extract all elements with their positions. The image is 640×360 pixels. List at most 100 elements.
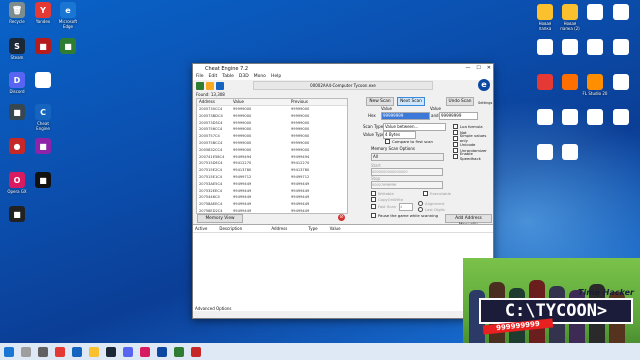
- desktop-icon[interactable]: ■: [4, 104, 30, 131]
- desktop-icon[interactable]: ■: [30, 138, 56, 165]
- table-row[interactable]: 2075446C4 99499449 99499449: [197, 194, 347, 201]
- table-row[interactable]: 20758AEEC4 99499449 99499449: [197, 201, 347, 208]
- desktop-icon[interactable]: [557, 74, 583, 101]
- recorder-taskbar-icon[interactable]: [191, 346, 201, 357]
- table-row[interactable]: 2005757C4 99999000 99999000: [197, 133, 347, 140]
- undo-scan-button[interactable]: Undo Scan: [446, 97, 474, 106]
- desktop-icon[interactable]: [608, 74, 634, 101]
- address-list[interactable]: Active Description Address Type Value Ad…: [193, 224, 493, 311]
- open-process-icon[interactable]: [196, 82, 204, 90]
- discord-taskbar-icon[interactable]: [123, 346, 133, 357]
- desktop-icon[interactable]: ■: [30, 72, 56, 99]
- menu-d3d[interactable]: D3D: [239, 74, 249, 79]
- desktop-icon[interactable]: Y Yandex: [30, 2, 56, 29]
- table-row[interactable]: 207515E1C4 99499712 99499712: [197, 174, 347, 181]
- cheat-engine-logo-icon[interactable]: e: [478, 79, 490, 91]
- cheat-engine-window[interactable]: Cheat Engine 7.2 — ☐ ✕ File Edit Table D…: [192, 63, 494, 319]
- desktop-icon[interactable]: [532, 144, 558, 171]
- stop-sign-icon[interactable]: ⊘: [338, 214, 345, 221]
- desktop-icon[interactable]: ■: [4, 206, 30, 233]
- table-row[interactable]: 2005756CC4 99999000 99999000: [197, 126, 347, 133]
- desktop-icon[interactable]: C Cheat Engine: [30, 104, 56, 131]
- desktop-icon[interactable]: FL Studio 20: [582, 74, 608, 101]
- add-address-button[interactable]: Add Address Manually: [445, 214, 492, 228]
- steam-taskbar-icon[interactable]: [106, 346, 116, 357]
- menu-help[interactable]: Help: [271, 74, 281, 79]
- desktop-icon[interactable]: 🗑 Recycle: [4, 2, 30, 29]
- col-value[interactable]: Value: [233, 99, 291, 105]
- memory-region-select[interactable]: All: [371, 153, 444, 161]
- addr-col-address[interactable]: Address: [271, 226, 296, 231]
- scan-type-select[interactable]: Value between...: [383, 123, 446, 131]
- col-address[interactable]: Address: [197, 99, 233, 105]
- desktop-icon[interactable]: [532, 39, 558, 66]
- desktop-icon[interactable]: [557, 144, 583, 171]
- start-icon[interactable]: [4, 346, 14, 357]
- new-scan-button[interactable]: New Scan: [366, 97, 394, 106]
- col-previous[interactable]: Previous: [291, 99, 341, 105]
- desktop-icon[interactable]: [532, 109, 558, 136]
- speedhack-checkbox[interactable]: Enable Speedhack: [453, 151, 493, 161]
- desktop-icon[interactable]: [532, 74, 558, 101]
- desktop-icon[interactable]: ●: [4, 138, 30, 165]
- minimize-icon[interactable]: —: [465, 65, 470, 71]
- task-view-icon[interactable]: [38, 346, 48, 357]
- menu-file[interactable]: File: [196, 74, 204, 79]
- addr-col-description[interactable]: Description: [219, 226, 259, 231]
- next-scan-button[interactable]: Next Scan: [397, 97, 425, 106]
- desktop-icon[interactable]: e Microsoft Edge: [55, 2, 81, 29]
- table-row[interactable]: 207515E2C4 99413780 99413780: [197, 167, 347, 174]
- game-taskbar-icon[interactable]: [174, 346, 184, 357]
- desktop-icon[interactable]: D Discord: [4, 72, 30, 99]
- cheat-engine-taskbar-icon[interactable]: [157, 346, 167, 357]
- settings-link[interactable]: Settings: [478, 101, 492, 105]
- desktop-icon[interactable]: ■: [55, 38, 81, 65]
- edge-taskbar-icon[interactable]: [72, 346, 82, 357]
- table-row[interactable]: 2005730CC4 99999000 99999000: [197, 106, 347, 113]
- results-list[interactable]: Address Value Previous 2005730CC4 9999900…: [196, 98, 348, 214]
- desktop-icon[interactable]: Новая папка (2): [557, 4, 583, 31]
- pause-game-checkbox[interactable]: Pause the game while scanning: [371, 212, 438, 218]
- close-icon[interactable]: ✕: [487, 65, 491, 71]
- table-row[interactable]: 200573BDC4 99999000 99999000: [197, 113, 347, 120]
- desktop-icon[interactable]: [557, 39, 583, 66]
- desktop-icon[interactable]: [608, 109, 634, 136]
- addr-col-active[interactable]: Active: [195, 226, 207, 231]
- table-row[interactable]: 200573D5C4 99999000 99999000: [197, 120, 347, 127]
- menu-mono[interactable]: Mono: [254, 74, 266, 79]
- explorer-taskbar-icon[interactable]: [89, 346, 99, 357]
- desktop-icon[interactable]: S Steam: [4, 38, 30, 65]
- table-row[interactable]: 200575BCC4 99999000 99999000: [197, 140, 347, 147]
- memory-view-button[interactable]: Memory View: [197, 214, 243, 223]
- maximize-icon[interactable]: ☐: [476, 65, 480, 71]
- desktop-icon[interactable]: [608, 39, 634, 66]
- advanced-options-link[interactable]: Advanced Options: [195, 306, 231, 311]
- window-titlebar[interactable]: Cheat Engine 7.2 — ☐ ✕: [193, 64, 493, 73]
- stop-input[interactable]: 00007fffffffffff: [371, 181, 443, 189]
- opera-taskbar-icon[interactable]: [140, 346, 150, 357]
- fast-scan-input[interactable]: 4: [399, 203, 413, 211]
- desktop-icon[interactable]: O Opera GX: [4, 172, 30, 199]
- addr-col-type[interactable]: Type: [308, 226, 317, 231]
- table-row[interactable]: 2005832CC4 99999000 99999000: [197, 147, 347, 154]
- table-row[interactable]: 207515DEC4 99412270 99412270: [197, 160, 347, 167]
- desktop-icon[interactable]: ■: [30, 172, 56, 199]
- menu-table[interactable]: Table: [222, 74, 234, 79]
- save-icon[interactable]: [216, 82, 224, 90]
- desktop-icon[interactable]: [608, 4, 634, 31]
- desktop-icon[interactable]: [557, 109, 583, 136]
- desktop-icon[interactable]: Новая папка: [532, 4, 558, 31]
- desktop-icon[interactable]: [582, 4, 608, 31]
- executable-checkbox[interactable]: Executable: [423, 190, 451, 196]
- value-input[interactable]: 99999999: [381, 112, 430, 120]
- table-row[interactable]: 200741E58C4 99499494 99499494: [197, 154, 347, 161]
- copyonwrite-checkbox[interactable]: CopyOnWrite: [371, 196, 403, 202]
- fast-scan-checkbox[interactable]: Fast Scan: [371, 203, 396, 209]
- yandex-taskbar-icon[interactable]: [55, 346, 65, 357]
- second-value-input[interactable]: 99999999: [439, 112, 478, 120]
- menu-edit[interactable]: Edit: [209, 74, 218, 79]
- search-icon[interactable]: [21, 346, 31, 357]
- open-file-icon[interactable]: [206, 82, 214, 90]
- compare-first-checkbox[interactable]: Compare to first scan: [385, 138, 433, 144]
- addr-col-value[interactable]: Value: [330, 226, 341, 231]
